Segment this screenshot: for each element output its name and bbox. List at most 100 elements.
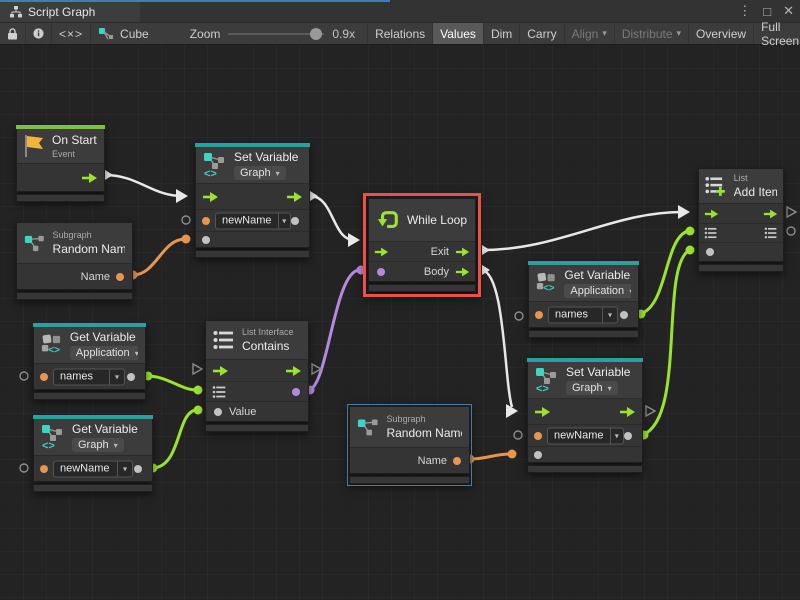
node-kind: Subgraph (386, 414, 462, 424)
subgraph-icon (24, 232, 46, 254)
variable-value: newName (548, 428, 610, 443)
window-menu-icon[interactable]: ⋮ (738, 3, 751, 19)
variable-select[interactable]: newName ▾ (547, 427, 624, 444)
variable-select[interactable]: newName ▾ (215, 212, 291, 229)
value-out-port[interactable] (620, 311, 628, 319)
list-in-port[interactable] (704, 227, 718, 239)
node-set-variable-right[interactable]: <> Set Variable Graph ▾ (527, 358, 643, 473)
toolbar-button-carry[interactable]: Carry (520, 23, 564, 44)
toolbar-button-values[interactable]: Values (433, 23, 484, 44)
set-variable-icon: <> (535, 367, 559, 393)
graph-toolbar: <×> Cube Zoom 0.9x Relations Values Dim … (0, 22, 800, 45)
scope-value: Application (76, 347, 130, 359)
node-subgraph-left[interactable]: Subgraph Random Name Name (16, 222, 133, 300)
item-in-port[interactable] (706, 248, 714, 256)
scope-dropdown[interactable]: Graph ▾ (72, 438, 124, 452)
scope-dropdown[interactable]: Graph ▾ (566, 381, 618, 395)
name-out-port[interactable] (116, 273, 124, 281)
variable-select[interactable]: names ▾ (548, 306, 618, 323)
node-subgraph-bottom[interactable]: Subgraph Random Name Name (349, 406, 470, 484)
variable-name-port[interactable] (40, 465, 48, 473)
node-get-variable-names-right[interactable]: <> Get Variable Application ▾ names ▾ (528, 261, 639, 338)
close-icon[interactable]: ✕ (783, 3, 794, 19)
node-contains[interactable]: List Interface Contains (205, 320, 309, 432)
value-in-port[interactable] (534, 451, 542, 459)
node-footer (368, 284, 476, 292)
graph-target[interactable]: Cube (91, 23, 156, 44)
value-out-port[interactable] (127, 373, 135, 381)
variable-name-port[interactable] (40, 373, 48, 381)
scope-value: Graph (572, 382, 603, 394)
list-port-icon (764, 227, 778, 239)
name-out-port[interactable] (453, 457, 461, 465)
target-label: Cube (120, 27, 149, 41)
flow-arrow-icon (619, 406, 636, 418)
flow-out-port[interactable] (763, 208, 778, 219)
variable-select[interactable]: names ▾ (53, 368, 125, 385)
list-port-icon (704, 227, 718, 239)
maximize-icon[interactable]: □ (763, 4, 771, 19)
graph-icon (10, 6, 22, 18)
flow-out-port[interactable] (285, 365, 302, 377)
flow-in-port[interactable] (202, 191, 219, 203)
list-out-port[interactable] (764, 227, 778, 239)
info-button[interactable] (26, 23, 52, 44)
result-out-port[interactable] (292, 388, 300, 396)
list-in-port[interactable] (212, 385, 227, 398)
toolbar-button-distribute[interactable]: Distribute▾ (615, 23, 689, 44)
variable-select[interactable]: newName ▾ (53, 460, 133, 477)
zoom-control: Zoom 0.9x (190, 27, 365, 41)
angle-x-icon: <×> (59, 27, 83, 41)
toolbar-button-fullscreen[interactable]: Full Screen (754, 23, 800, 44)
name-port-label: Name (81, 271, 110, 283)
toolbar-button-align[interactable]: Align▾ (565, 23, 615, 44)
node-footer (195, 250, 310, 258)
subgraph-icon (357, 416, 379, 438)
node-title: Get Variable (70, 330, 138, 344)
body-flow-out-port[interactable] (455, 266, 470, 277)
exit-flow-out-port[interactable] (455, 246, 470, 257)
toolbar-button-dim[interactable]: Dim (484, 23, 520, 44)
node-title: Get Variable (72, 422, 138, 436)
variable-name-port[interactable] (535, 311, 543, 319)
value-out-port[interactable] (291, 217, 299, 225)
value-in-port[interactable] (202, 236, 210, 244)
value-out-port[interactable] (134, 465, 142, 473)
node-on-start[interactable]: On Start Event (16, 125, 105, 202)
flow-in-port[interactable] (374, 246, 389, 257)
node-add-item[interactable]: List Add Item (698, 168, 784, 272)
caret-down-icon: ▾ (608, 310, 612, 319)
scope-dropdown[interactable]: Graph ▾ (234, 166, 286, 180)
zoom-slider[interactable] (228, 33, 324, 35)
caret-down-icon: ▾ (677, 28, 682, 39)
flow-out-port[interactable] (619, 406, 636, 418)
node-footer (33, 484, 153, 492)
toolbar-button-overview[interactable]: Overview (689, 23, 754, 44)
scope-dropdown[interactable]: Application ▾ (564, 284, 631, 298)
lock-button[interactable] (0, 23, 26, 44)
condition-in-port[interactable] (377, 268, 385, 276)
value-in-port[interactable] (214, 408, 222, 416)
node-get-variable-newname-left[interactable]: <> Get Variable Graph ▾ newName ▾ (33, 415, 153, 492)
set-variable-icon: <> (203, 152, 227, 178)
get-variable-icon: <> (41, 333, 63, 357)
zoom-slider-handle[interactable] (310, 28, 322, 40)
value-out-port[interactable] (624, 432, 632, 440)
flow-out-port[interactable] (286, 191, 303, 203)
node-get-variable-names-left[interactable]: <> Get Variable Application ▾ names ▾ (33, 323, 146, 400)
flow-in-port[interactable] (704, 208, 719, 219)
variable-name-port[interactable] (202, 217, 210, 225)
tab-script-graph[interactable]: Script Graph (0, 2, 140, 22)
variable-name-port[interactable] (534, 432, 542, 440)
caret-down-icon: ▾ (114, 441, 118, 450)
toolbar-button-relations[interactable]: Relations (368, 23, 433, 44)
scope-dropdown[interactable]: Application ▾ (70, 346, 138, 360)
flow-out-port[interactable] (81, 172, 98, 184)
node-set-variable-top[interactable]: <> Set Variable Graph ▾ (195, 143, 310, 258)
zoom-to-fit-button[interactable]: <×> (52, 23, 91, 44)
list-icon (213, 330, 235, 350)
node-title: Random Name (53, 242, 125, 256)
flow-in-port[interactable] (534, 406, 551, 418)
node-while-loop[interactable]: While Loop Exit Body (368, 198, 476, 292)
flow-in-port[interactable] (212, 365, 229, 377)
